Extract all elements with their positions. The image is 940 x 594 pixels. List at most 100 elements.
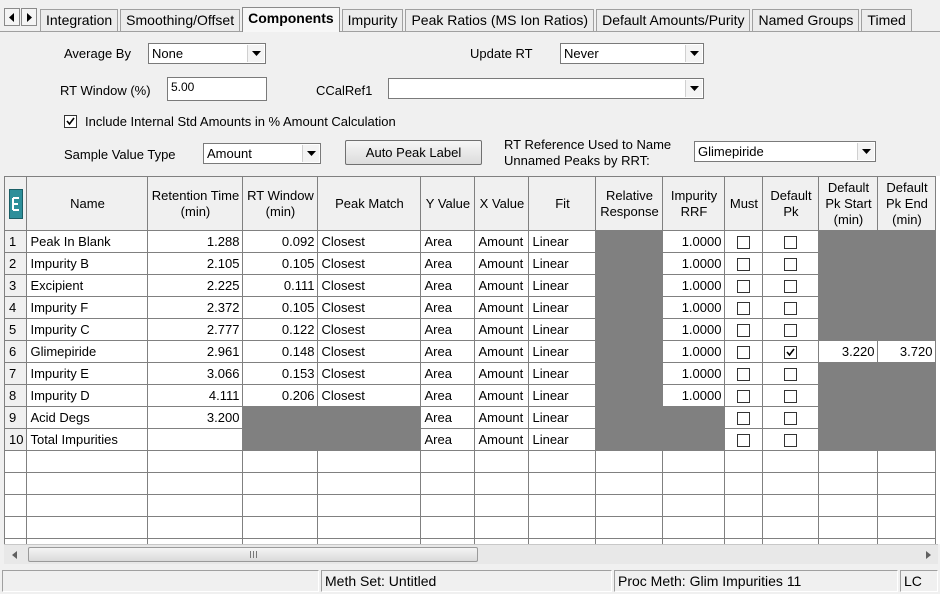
default-pk-checkbox[interactable] (784, 236, 798, 250)
table-row[interactable]: 4 Impurity F 2.372 0.105 Closest Area Amount Li… (4, 296, 937, 319)
table-row[interactable]: 2 Impurity B 2.105 0.105 Closest Area Amount Li… (4, 252, 937, 275)
impurity-rrf-cell[interactable]: 1.0000 (662, 296, 726, 319)
empty-cell[interactable] (877, 472, 937, 495)
empty-cell[interactable] (317, 472, 422, 495)
dropdown-arrow-icon[interactable] (247, 45, 264, 62)
empty-cell[interactable] (724, 450, 764, 473)
tab-named-groups[interactable]: Named Groups (752, 9, 860, 32)
empty-cell[interactable] (528, 516, 597, 539)
dropdown-arrow-icon[interactable] (685, 80, 702, 97)
empty-cell[interactable] (762, 472, 820, 495)
impurity-rrf-cell[interactable]: 1.0000 (662, 252, 726, 275)
name-cell[interactable]: Acid Degs (26, 406, 149, 429)
tab-components[interactable]: Components (242, 7, 340, 32)
x-value-cell[interactable]: Amount (474, 274, 530, 297)
column-header-fit[interactable]: Fit (528, 176, 597, 231)
row-header[interactable]: 6 (4, 340, 28, 363)
retention-time-cell[interactable]: 2.961 (147, 340, 244, 363)
empty-cell[interactable] (528, 450, 597, 473)
rt-window-cell[interactable]: 0.122 (242, 318, 319, 341)
y-value-cell[interactable]: Area (420, 406, 476, 429)
default-pk-checkbox[interactable] (784, 412, 798, 426)
peak-match-cell[interactable]: Closest (317, 384, 422, 407)
empty-table-row[interactable] (4, 450, 937, 473)
y-value-cell[interactable]: Area (420, 384, 476, 407)
row-header[interactable]: 2 (4, 252, 28, 275)
empty-cell[interactable] (420, 516, 476, 539)
empty-cell[interactable] (242, 472, 319, 495)
column-header-retention-time-min[interactable]: Retention Time (min) (147, 176, 244, 231)
x-value-cell[interactable]: Amount (474, 428, 530, 451)
retention-time-cell[interactable] (147, 428, 244, 451)
retention-time-cell[interactable]: 4.111 (147, 384, 244, 407)
rt-window-cell[interactable]: 0.105 (242, 252, 319, 275)
name-cell[interactable]: Glimepiride (26, 340, 149, 363)
column-header-x-value[interactable]: X Value (474, 176, 530, 231)
default-pk-checkbox[interactable] (784, 368, 798, 382)
impurity-rrf-cell[interactable]: 1.0000 (662, 340, 726, 363)
tab-peak-ratios-ms-ion-ratios[interactable]: Peak Ratios (MS Ion Ratios) (405, 9, 595, 32)
table-row[interactable]: 8 Impurity D 4.111 0.206 Closest Area Amount Li… (4, 384, 937, 407)
dropdown-arrow-icon[interactable] (302, 145, 319, 162)
dropdown-arrow-icon[interactable] (685, 45, 702, 62)
y-value-cell[interactable]: Area (420, 252, 476, 275)
default-pk-checkbox[interactable] (784, 258, 798, 272)
default-pk-start-cell[interactable]: 3.220 (818, 340, 879, 363)
peak-match-cell[interactable]: Closest (317, 340, 422, 363)
auto-peak-label-button[interactable]: Auto Peak Label (345, 140, 482, 165)
empty-table-row[interactable] (4, 494, 937, 517)
x-value-cell[interactable]: Amount (474, 252, 530, 275)
grid-corner[interactable] (4, 176, 28, 231)
empty-cell[interactable] (818, 450, 879, 473)
empty-cell[interactable] (877, 450, 937, 473)
default-pk-end-cell[interactable]: 3.720 (877, 340, 937, 363)
average-by-select[interactable]: None (148, 43, 266, 64)
empty-cell[interactable] (317, 450, 422, 473)
peak-match-cell[interactable]: Closest (317, 252, 422, 275)
must-checkbox[interactable] (737, 280, 751, 294)
impurity-rrf-cell[interactable]: 1.0000 (662, 362, 726, 385)
must-checkbox[interactable] (737, 390, 751, 404)
default-pk-checkbox[interactable] (784, 324, 798, 338)
fit-cell[interactable]: Linear (528, 274, 597, 297)
x-value-cell[interactable]: Amount (474, 318, 530, 341)
column-header-peak-match[interactable]: Peak Match (317, 176, 422, 231)
default-pk-checkbox[interactable] (784, 280, 798, 294)
empty-cell[interactable] (528, 472, 597, 495)
default-pk-checkbox[interactable] (784, 434, 798, 448)
must-checkbox[interactable] (737, 412, 751, 426)
row-header[interactable]: 7 (4, 362, 28, 385)
update-rt-select[interactable]: Never (560, 43, 704, 64)
x-value-cell[interactable]: Amount (474, 362, 530, 385)
y-value-cell[interactable]: Area (420, 318, 476, 341)
empty-cell[interactable] (4, 450, 28, 473)
fit-cell[interactable]: Linear (528, 230, 597, 253)
dropdown-arrow-icon[interactable] (857, 143, 874, 160)
row-header[interactable]: 5 (4, 318, 28, 341)
empty-cell[interactable] (877, 516, 937, 539)
y-value-cell[interactable]: Area (420, 362, 476, 385)
column-header-default-pk-start-min[interactable]: Default Pk Start (min) (818, 176, 879, 231)
empty-cell[interactable] (762, 494, 820, 517)
empty-cell[interactable] (147, 472, 244, 495)
peak-match-cell[interactable]: Closest (317, 318, 422, 341)
empty-table-row[interactable] (4, 516, 937, 539)
peak-match-cell[interactable]: Closest (317, 274, 422, 297)
must-checkbox[interactable] (737, 368, 751, 382)
column-header-rt-window-min[interactable]: RT Window (min) (242, 176, 319, 231)
tab-smoothing-offset[interactable]: Smoothing/Offset (120, 9, 241, 32)
empty-cell[interactable] (762, 516, 820, 539)
table-row[interactable]: 9 Acid Degs 3.200 Area Amount Linear (4, 406, 937, 429)
impurity-rrf-cell[interactable]: 1.0000 (662, 318, 726, 341)
scrollbar-thumb[interactable] (28, 547, 478, 562)
empty-cell[interactable] (662, 494, 726, 517)
column-header-relative-response[interactable]: Relative Response (595, 176, 664, 231)
row-header[interactable]: 4 (4, 296, 28, 319)
empty-cell[interactable] (724, 516, 764, 539)
horizontal-scrollbar[interactable] (4, 544, 938, 564)
empty-cell[interactable] (474, 450, 530, 473)
table-row[interactable]: 3 Excipient 2.225 0.111 Closest Area Amount Lin… (4, 274, 937, 297)
empty-cell[interactable] (26, 450, 149, 473)
tab-integration[interactable]: Integration (40, 9, 119, 32)
retention-time-cell[interactable]: 2.777 (147, 318, 244, 341)
